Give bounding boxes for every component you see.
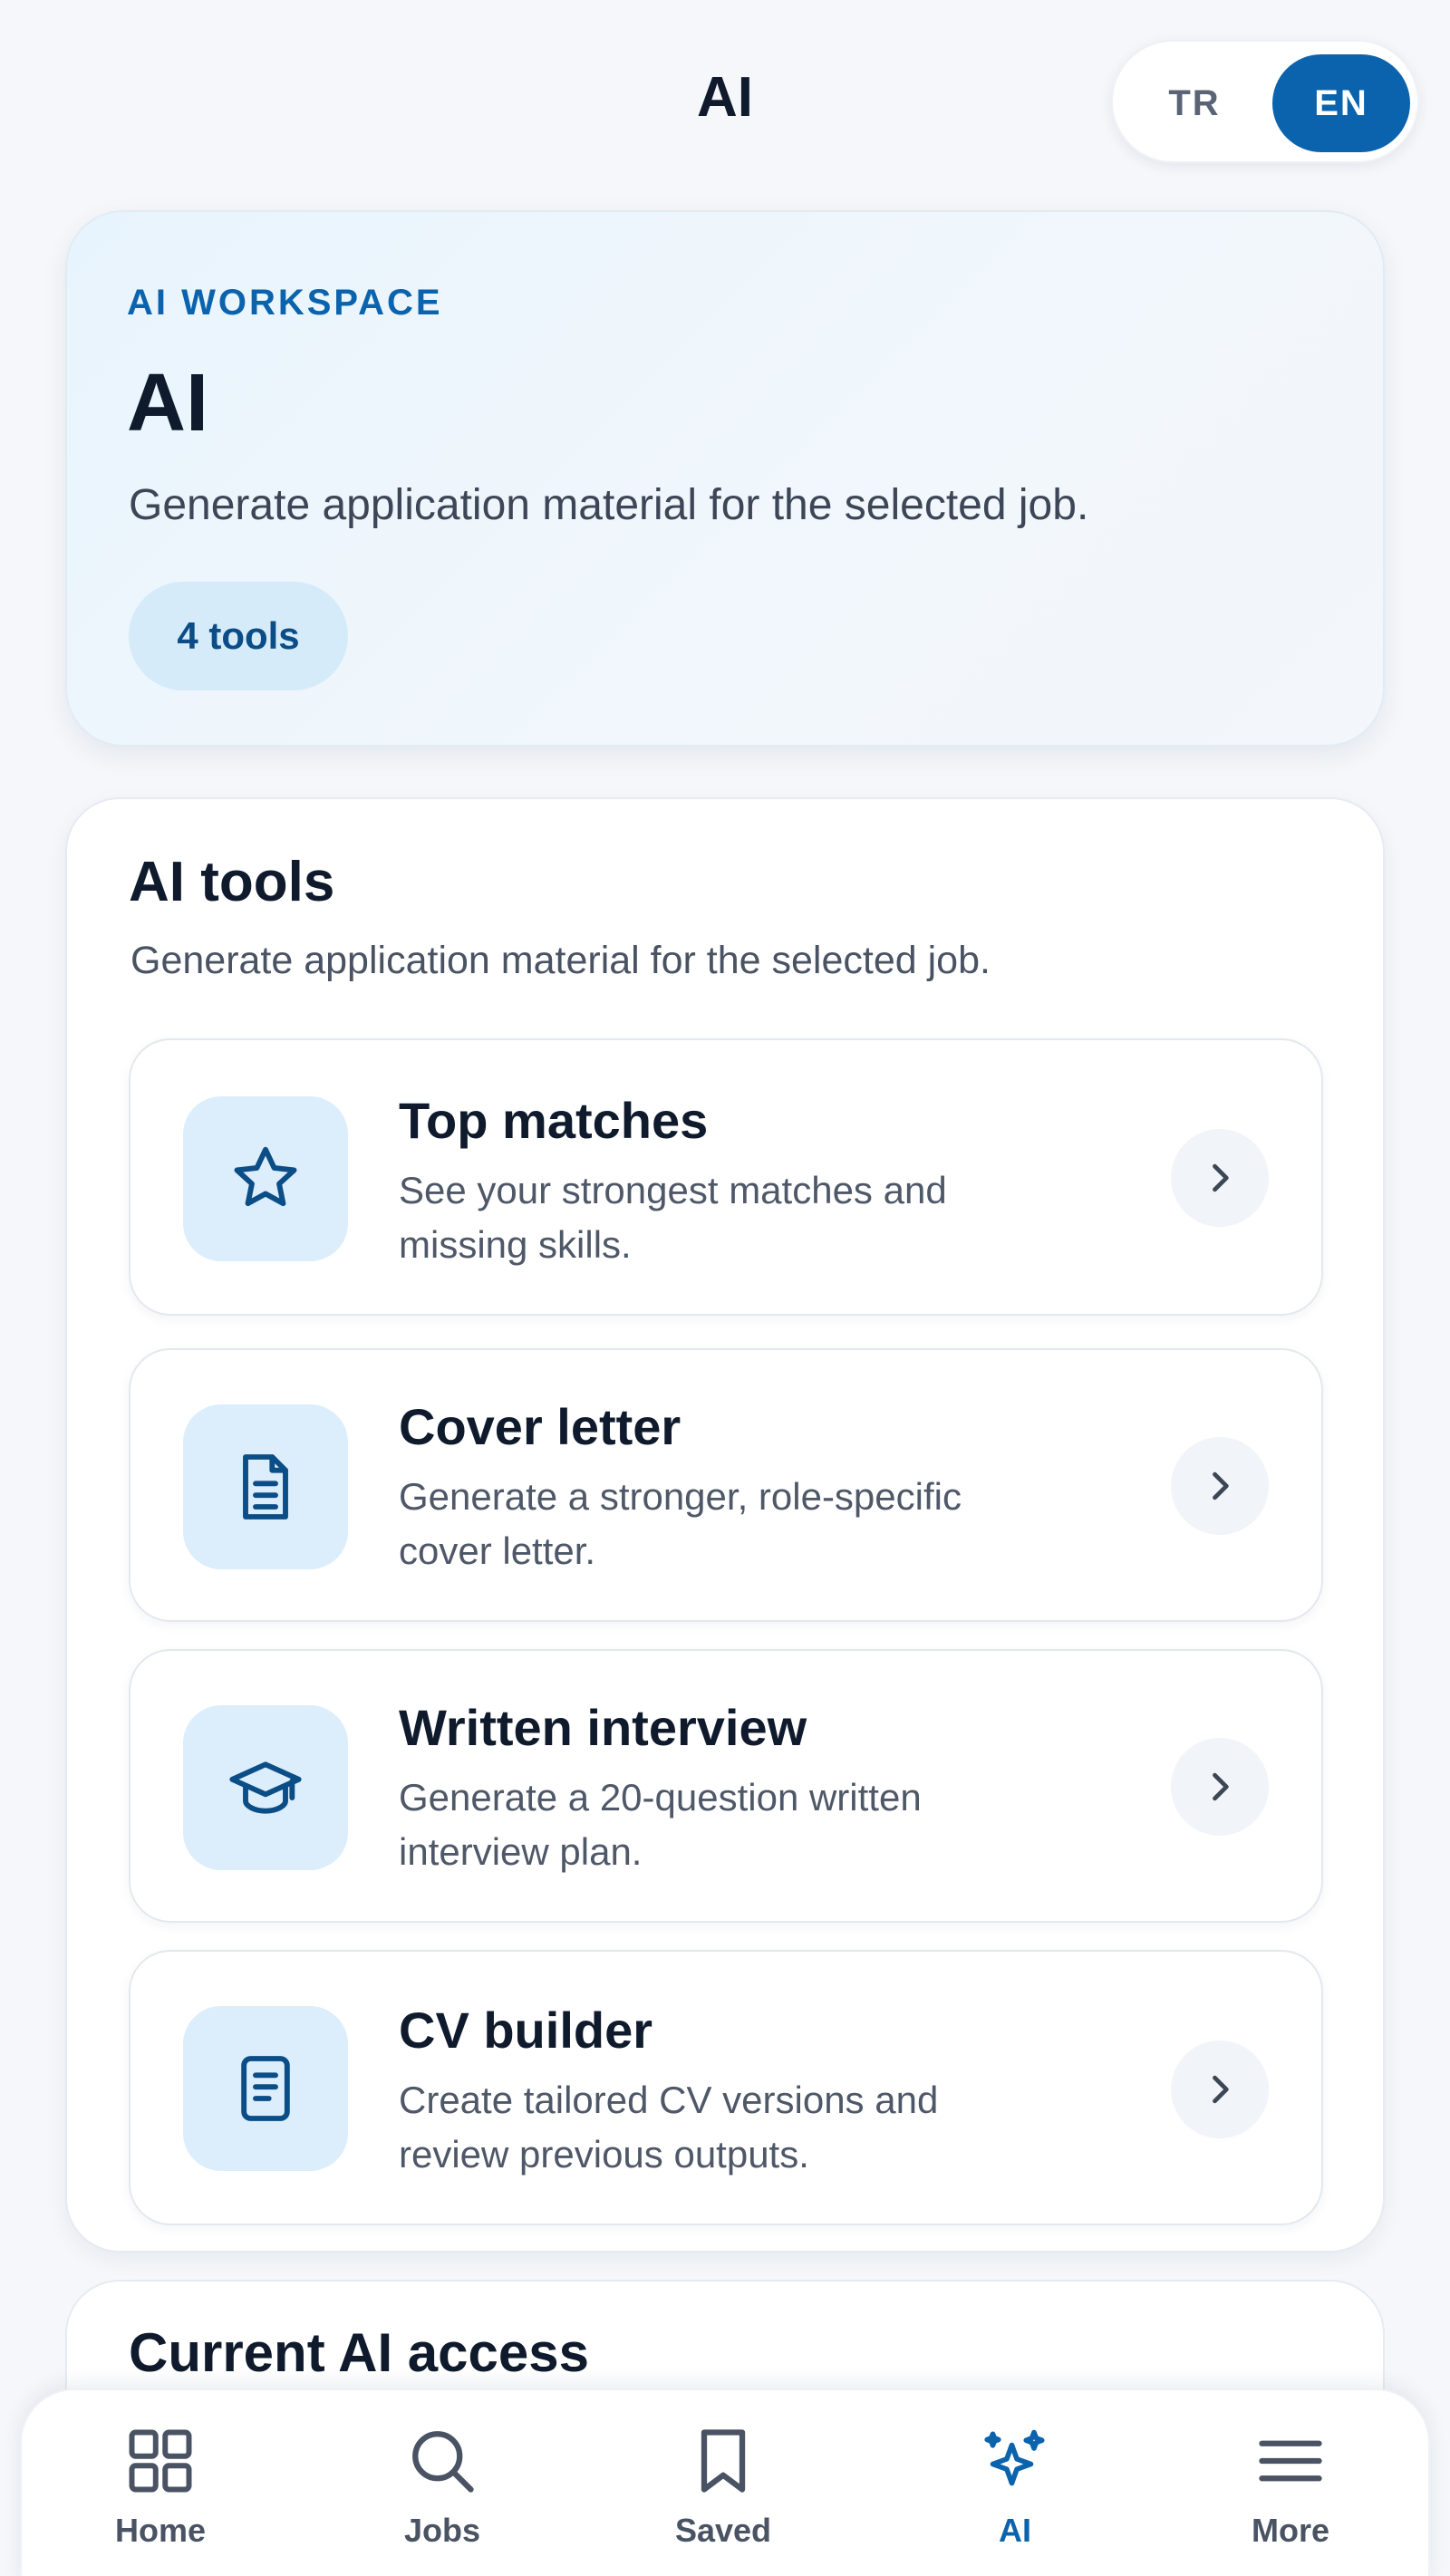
section-title: Current AI access bbox=[129, 2322, 590, 2383]
nav-item-more[interactable]: More bbox=[1191, 2423, 1390, 2568]
grid-icon bbox=[129, 2429, 192, 2493]
nav-label: Home bbox=[114, 2512, 207, 2549]
nav-item-home[interactable]: Home bbox=[61, 2423, 260, 2568]
tool-description: Generate a 20-question written interview… bbox=[399, 1776, 922, 1873]
chevron-right-icon[interactable] bbox=[1171, 2041, 1269, 2138]
tool-cover-letter[interactable]: Cover letter Generate a stronger, role-s… bbox=[129, 1348, 1323, 1622]
tool-name: CV builder bbox=[399, 2002, 653, 2059]
nav-label: AI bbox=[999, 2512, 1031, 2549]
chevron-right-icon[interactable] bbox=[1171, 1437, 1269, 1535]
language-option-tr[interactable]: TR bbox=[1126, 54, 1263, 152]
tool-top-matches[interactable]: Top matches See your strongest matches a… bbox=[129, 1038, 1323, 1316]
hero-subtitle: Generate application material for the se… bbox=[129, 481, 1089, 529]
chevron-right-icon[interactable] bbox=[1171, 1738, 1269, 1836]
section-title: AI tools bbox=[129, 851, 335, 913]
nav-item-saved[interactable]: Saved bbox=[624, 2423, 823, 2568]
section-subtitle: Generate application material for the se… bbox=[130, 939, 991, 982]
search-icon bbox=[412, 2431, 474, 2493]
cv-file-icon bbox=[183, 2006, 348, 2171]
hero-title: AI bbox=[127, 358, 208, 449]
tool-description: Create tailored CV versions and review p… bbox=[399, 2079, 939, 2176]
document-icon bbox=[183, 1404, 348, 1569]
nav-label: Saved bbox=[674, 2512, 772, 2549]
nav-item-jobs[interactable]: Jobs bbox=[343, 2423, 542, 2568]
chevron-right-icon[interactable] bbox=[1171, 1129, 1269, 1227]
language-toggle[interactable]: TR EN bbox=[1111, 40, 1419, 163]
ai-screen: AI TR EN AI WORKSPACE AI Generate applic… bbox=[0, 0, 1450, 2576]
tools-count-badge: 4 tools bbox=[129, 582, 348, 690]
graduation-cap-icon bbox=[183, 1705, 348, 1870]
tool-name: Cover letter bbox=[399, 1398, 682, 1455]
tool-description: Generate a stronger, role-specific cover… bbox=[399, 1475, 962, 1572]
tool-name: Written interview bbox=[399, 1699, 807, 1756]
tool-cv-builder[interactable]: CV builder Create tailored CV versions a… bbox=[129, 1950, 1323, 2225]
tool-description: See your strongest matches and missing s… bbox=[399, 1169, 947, 1266]
sparkles-icon bbox=[984, 2429, 1045, 2486]
bookmark-icon bbox=[701, 2429, 746, 2493]
language-option-en[interactable]: EN bbox=[1272, 54, 1410, 152]
bottom-navigation: Home Jobs Saved AI More bbox=[20, 2388, 1430, 2576]
ai-tools-section: AI tools Generate application material f… bbox=[65, 797, 1385, 2253]
nav-label: More bbox=[1251, 2512, 1329, 2549]
star-icon bbox=[183, 1096, 348, 1261]
tool-written-interview[interactable]: Written interview Generate a 20-question… bbox=[129, 1649, 1323, 1923]
nav-label: Jobs bbox=[403, 2512, 481, 2549]
ai-workspace-card: AI WORKSPACE AI Generate application mat… bbox=[65, 210, 1385, 747]
hero-kicker: AI WORKSPACE bbox=[127, 283, 443, 323]
tool-name: Top matches bbox=[399, 1092, 709, 1149]
menu-icon bbox=[1259, 2440, 1322, 2482]
nav-item-ai[interactable]: AI bbox=[915, 2423, 1115, 2568]
